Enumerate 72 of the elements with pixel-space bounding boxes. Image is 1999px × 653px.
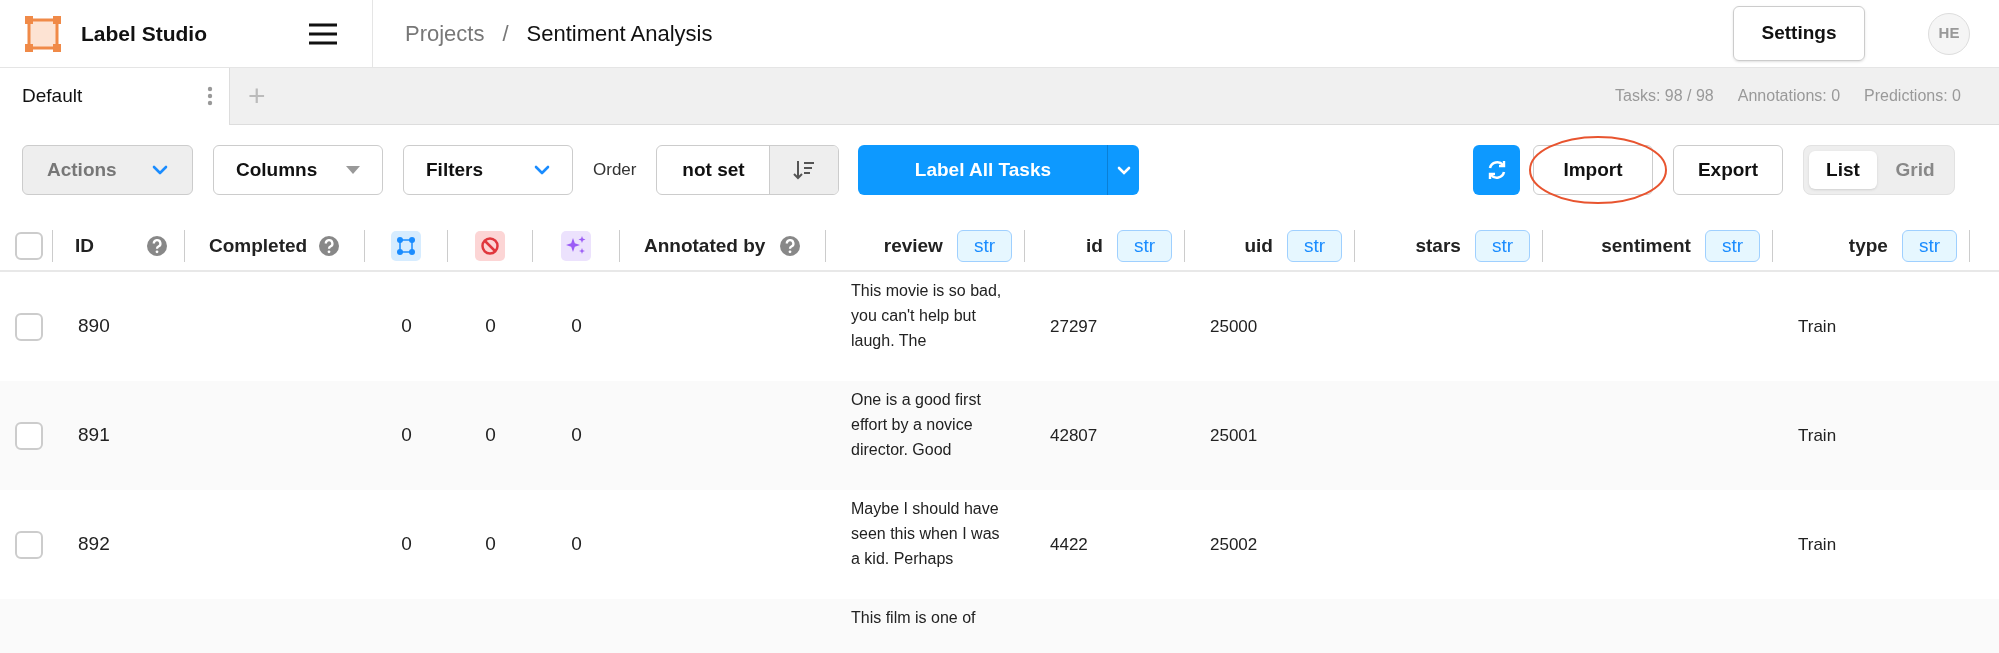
- menu-icon: [308, 22, 338, 45]
- column-header[interactable]: Completed: [209, 231, 308, 261]
- table-cell: Train: [1798, 425, 1837, 445]
- sort-direction-button[interactable]: [769, 146, 839, 194]
- table-cell-text: This film is one of: [851, 608, 977, 628]
- type-badge: str: [1116, 230, 1172, 262]
- column-header[interactable]: ID: [75, 231, 94, 261]
- more-icon: [207, 86, 213, 106]
- sort-icon: [793, 159, 816, 181]
- table-cell-text: 0: [401, 423, 412, 448]
- logo-icon: [25, 15, 61, 52]
- export-button[interactable]: Export: [1673, 145, 1783, 195]
- chevron-down-icon: [152, 165, 168, 175]
- column-header[interactable]: Annotated by: [644, 231, 766, 261]
- table-cell: 25002: [1210, 534, 1258, 554]
- table-cell: 25001: [1210, 425, 1258, 445]
- table-cell-text: This movie is so bad, you can't help but laugh. The: [851, 281, 1003, 351]
- import-button[interactable]: Import: [1533, 145, 1653, 195]
- column-header[interactable]: review: [883, 231, 943, 261]
- table-cell-text: 0: [571, 532, 582, 557]
- type-badge: str: [1286, 230, 1342, 262]
- table-cell: 4422: [1050, 534, 1088, 554]
- type-badge: str: [1901, 230, 1957, 262]
- table-cell-text: 0: [485, 423, 496, 448]
- chevron-down-icon: [1116, 165, 1131, 175]
- table-cell-text: 0: [485, 532, 496, 557]
- table-cell: 25000: [1210, 316, 1258, 336]
- sparkle-icon: [561, 231, 591, 261]
- column-header[interactable]: id: [1086, 231, 1103, 261]
- column-header[interactable]: sentiment: [1601, 231, 1691, 261]
- settings-button[interactable]: Settings: [1733, 6, 1865, 61]
- columns-dropdown[interactable]: Columns: [213, 145, 383, 195]
- view-tab[interactable]: Default: [0, 67, 230, 125]
- chevron-down-icon: [534, 165, 550, 175]
- task-stat: Annotations: 0: [1737, 86, 1841, 106]
- type-badge: str: [1474, 230, 1530, 262]
- table-cell: 27297: [1050, 316, 1098, 336]
- table-cell-text: 0: [401, 532, 412, 557]
- filters-dropdown[interactable]: Filters: [403, 145, 573, 195]
- breadcrumb-item: Sentiment Analysis: [526, 20, 713, 48]
- checkbox[interactable]: [15, 530, 43, 559]
- table-cell-text: 0: [401, 314, 412, 339]
- table-cell: 891: [78, 424, 110, 446]
- table-cell: 42807: [1050, 425, 1098, 445]
- table-cell-text: 0: [571, 423, 582, 448]
- prohibited-icon: [475, 231, 505, 261]
- table-cell: Train: [1798, 534, 1837, 554]
- table-cell-text: Maybe I should have seen this when I was a kid. Perhaps: [851, 499, 1001, 569]
- app-name: Label Studio: [81, 20, 207, 47]
- table-cell: Train: [1798, 316, 1837, 336]
- caret-icon: [346, 166, 360, 174]
- table-cell: 890: [78, 315, 110, 337]
- table-cell: 892: [78, 533, 110, 555]
- type-badge: str: [1704, 230, 1760, 262]
- task-stat: Tasks: 98 / 98: [1615, 86, 1714, 106]
- type-badge: str: [956, 230, 1012, 262]
- task-stat: Predictions: 0: [1864, 86, 1961, 106]
- table-cell-text: 0: [485, 314, 496, 339]
- column-header[interactable]: stars: [1415, 231, 1461, 261]
- checkbox[interactable]: [15, 312, 43, 341]
- order-label: Order: [593, 159, 637, 182]
- breadcrumb-separator: /: [502, 20, 509, 48]
- column-header[interactable]: type: [1848, 231, 1888, 261]
- column-header[interactable]: uid: [1244, 231, 1273, 261]
- table-cell-text: 0: [571, 314, 582, 339]
- table-cell-text: One is a good first effort by a novice director. Good: [851, 390, 982, 460]
- checkbox[interactable]: [15, 232, 43, 260]
- view-toggle[interactable]: List: [1809, 151, 1877, 189]
- refresh-button[interactable]: [1473, 145, 1520, 195]
- annotations-icon: [391, 231, 421, 261]
- breadcrumb-item[interactable]: Projects: [405, 17, 485, 50]
- checkbox[interactable]: [15, 421, 43, 450]
